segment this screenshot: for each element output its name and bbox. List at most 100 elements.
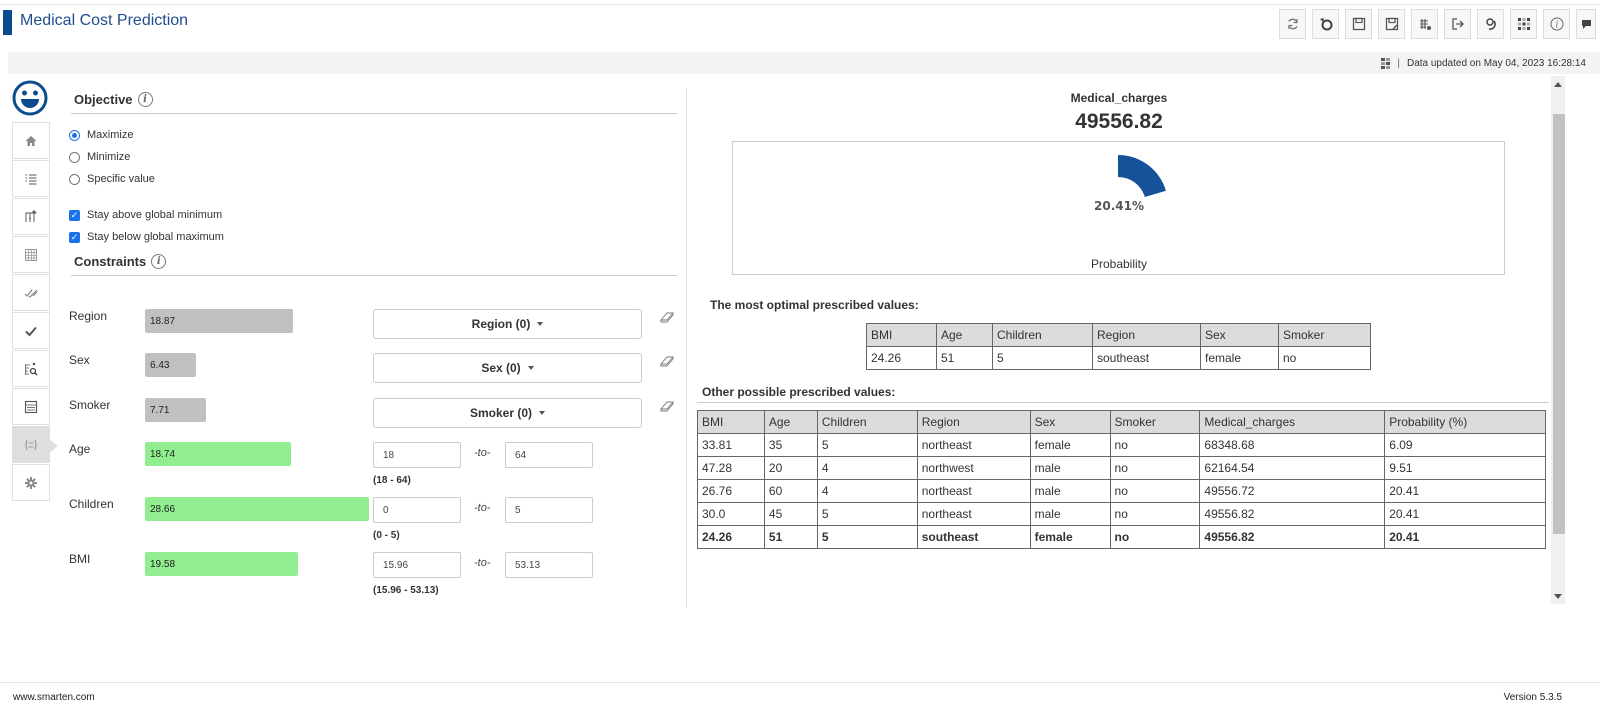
eraser-icon[interactable] [660,400,674,412]
table-cell: male [1029,456,1111,480]
result-label: Medical_charges [1070,91,1168,105]
smiley-logo-icon [12,80,48,116]
sidebar-item-list[interactable] [12,160,50,197]
column-header: Sex [1200,323,1279,347]
column-header: Age [936,323,993,347]
info-button[interactable]: i [1543,9,1570,39]
save-as-icon [1385,17,1398,31]
footer-website-link[interactable]: www.smarten.com [13,692,95,703]
table-cell: southeast [916,525,1031,549]
table-cell: female [1200,346,1279,370]
table-cell: 51 [936,346,993,370]
smoker-dropdown[interactable]: Smoker (0) [373,398,642,428]
radio-maximize[interactable]: Maximize [68,124,680,146]
other-table: BMI Age Children Region Sex Smoker Medical_cha… [697,410,1546,549]
check-icon [25,326,37,336]
summary-icon [24,400,38,413]
sidebar-item-summary[interactable] [12,388,50,425]
scroll-thumb[interactable] [1553,114,1565,534]
sidebar-item-search-data[interactable] [12,350,50,387]
table-cell: 35 [763,433,818,457]
sidebar-item-double-check[interactable] [12,274,50,311]
data-settings-button[interactable] [1411,9,1438,39]
checkbox[interactable]: ✓ [69,231,80,243]
children-from-input[interactable]: 0 [373,497,461,523]
auto-refresh-button[interactable] [1477,9,1504,39]
sidebar-item-settings[interactable] [12,464,50,501]
table-row: 26.76 60 4 northeast male no 49556.72 20.41 [697,479,1546,503]
reset-icon [1319,18,1332,31]
layout-button[interactable] [1510,9,1537,39]
bmi-from-input[interactable]: 15.96 [373,552,461,578]
table-cell: female [1029,433,1111,457]
column-header: Region [916,410,1031,434]
data-updated-text: Data updated on May 04, 2023 16:28:14 [1406,57,1586,69]
list-icon [25,173,37,185]
radio-button[interactable] [69,129,80,141]
dropdown-label: Sex (0) [481,361,521,375]
table-cell: 60 [763,479,818,503]
radio-label: Maximize [87,129,134,141]
children-to-input[interactable]: 5 [505,497,593,523]
region-dropdown[interactable]: Region (0) [373,309,642,339]
column-header: Age [763,410,818,434]
sidebar-item-table[interactable] [12,236,50,273]
radio-button[interactable] [69,173,80,185]
column-header: Sex [1029,410,1111,434]
importance-bar: 19.58 [145,552,298,576]
age-from-input[interactable]: 18 [373,442,461,468]
info-strip: | Data updated on May 04, 2023 16:28:14 [8,52,1600,74]
checkbox[interactable]: ✓ [69,209,80,221]
sex-dropdown[interactable]: Sex (0) [373,353,642,383]
bmi-to-input[interactable]: 53.13 [505,552,593,578]
range-hint: (18 - 64) [373,475,411,486]
table-row: 24.26 51 5 southeast female no 49556.82 20.41 [697,525,1546,549]
save-as-button[interactable] [1378,9,1405,39]
eraser-icon[interactable] [660,311,674,323]
radio-minimize[interactable]: Minimize [68,146,680,168]
importance-bar: 18.87 [145,309,293,333]
constraint-label: Region [69,309,108,323]
sidebar-item-check[interactable] [12,312,50,349]
scroll-down-arrow-icon[interactable] [1554,594,1562,599]
constraints-info-icon[interactable]: i [151,254,167,269]
checkbox-stay-above-min[interactable]: ✓ Stay above global minimum [68,204,680,226]
radio-button[interactable] [69,151,80,163]
table-cell: 26.76 [697,479,765,503]
eraser-icon[interactable] [660,355,674,367]
radio-specific-value[interactable]: Specific value [68,168,680,190]
constraint-label: Children [69,497,114,511]
table-cell: 51 [763,525,818,549]
optimal-title: The most optimal prescribed values: [710,298,919,312]
sidebar-item-home[interactable] [12,122,50,159]
age-to-input[interactable]: 64 [505,442,593,468]
vertical-scrollbar[interactable] [1551,76,1565,604]
scroll-up-arrow-icon[interactable] [1554,82,1562,87]
table-cell: 5 [992,346,1093,370]
separator: | [1397,57,1400,69]
constraint-label: Sex [69,353,90,367]
checkbox-stay-below-max[interactable]: ✓ Stay below global maximum [68,226,680,248]
range-hint: (15.96 - 53.13) [373,585,439,596]
save-button[interactable] [1345,9,1372,39]
table-cell: no [1109,525,1201,549]
range-hint: (0 - 5) [373,530,400,541]
info-icon: i [1550,17,1563,31]
footer-version: Version 5.3.5 [1503,692,1562,703]
comments-button[interactable] [1576,9,1596,39]
reset-button[interactable] [1312,9,1339,39]
save-icon [1352,17,1365,31]
sidebar-item-variables[interactable] [12,198,50,235]
footer-divider [0,682,1600,683]
result-value: 49556.82 [1075,110,1163,133]
chevron-down-icon [537,322,544,326]
objective-info-icon[interactable]: i [137,92,153,107]
export-button[interactable] [1444,9,1471,39]
table-cell: 5 [816,525,918,549]
table-cell: 47.28 [697,456,765,480]
refresh-button[interactable] [1279,9,1306,39]
table-cell: male [1029,479,1111,503]
checkbox-label: Stay above global minimum [87,209,223,221]
sidebar-item-prescriptive[interactable] [12,426,58,463]
search-data-icon [25,362,38,376]
